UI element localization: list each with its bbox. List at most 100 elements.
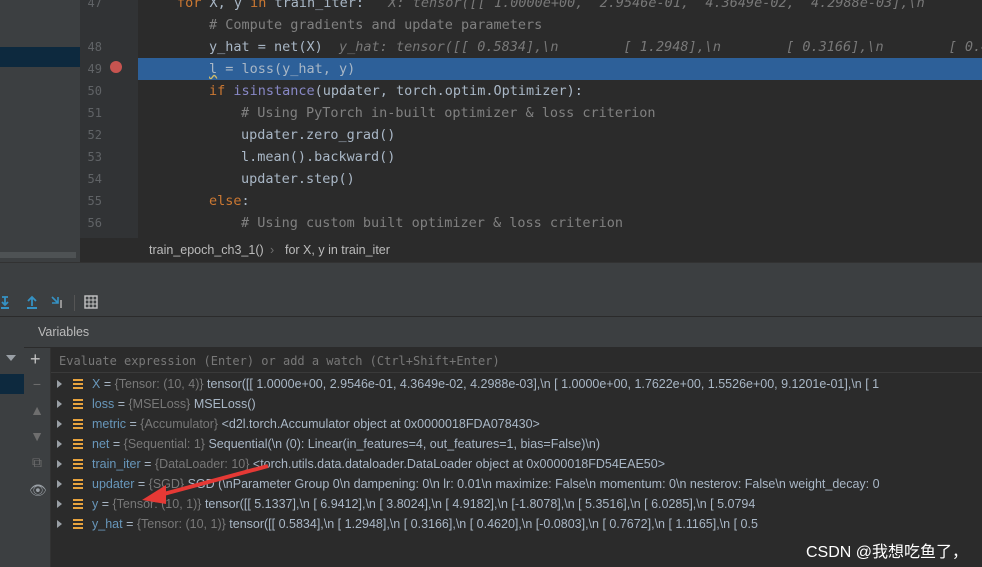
code-line[interactable]: else: bbox=[138, 190, 982, 212]
variable-row[interactable]: updater = {SGD} SGD (\nParameter Group 0… bbox=[51, 474, 982, 494]
code-token: # Using PyTorch in-built optimizer & los… bbox=[241, 105, 656, 121]
code-token: y_hat: tensor([[ 0.5834],\n [ 1.2948],\n… bbox=[339, 39, 982, 55]
toolbar-divider bbox=[74, 295, 75, 311]
code-token: if bbox=[209, 83, 234, 99]
move-up-icon[interactable]: ▲ bbox=[29, 402, 45, 418]
variable-name: y bbox=[92, 497, 99, 511]
breadcrumb-function[interactable]: train_epoch_ch3_1() bbox=[149, 238, 264, 262]
code-token: else bbox=[209, 193, 242, 209]
add-watch-icon[interactable]: + bbox=[30, 350, 41, 368]
variable-name: y_hat bbox=[92, 517, 123, 531]
variable-name: metric bbox=[92, 417, 127, 431]
variable-value: SGD (\nParameter Group 0\n dampening: 0\… bbox=[187, 477, 880, 491]
breadcrumb-loop[interactable]: for X, y in train_iter bbox=[285, 238, 390, 262]
code-token: (updater, torch.optim.Optimizer): bbox=[314, 83, 583, 99]
expand-arrow-icon[interactable] bbox=[57, 500, 62, 508]
variable-value: <d2l.torch.Accumulator object at 0x00000… bbox=[221, 417, 540, 431]
variable-value: <torch.utils.data.dataloader.DataLoader … bbox=[252, 457, 666, 471]
watch-expression-bar bbox=[51, 348, 982, 374]
project-selected-row[interactable] bbox=[0, 47, 80, 67]
variable-name: X bbox=[92, 377, 101, 391]
step-into-icon[interactable] bbox=[0, 294, 16, 310]
variable-icon bbox=[73, 479, 83, 489]
variable-row[interactable]: loss = {MSELoss} MSELoss() bbox=[51, 394, 982, 414]
variable-name: train_iter bbox=[92, 457, 141, 471]
variable-row[interactable]: net = {Sequential: 1} Sequential(\n (0):… bbox=[51, 434, 982, 454]
frames-panel-strip bbox=[0, 317, 24, 567]
code-line[interactable]: l.mean().backward() bbox=[138, 146, 982, 168]
code-token: # Compute gradients and update parameter… bbox=[209, 17, 543, 33]
expand-arrow-icon[interactable] bbox=[57, 380, 62, 388]
code-line[interactable]: for X, y in train_iter: X: tensor([[ 1.0… bbox=[138, 0, 982, 14]
expand-arrow-icon[interactable] bbox=[57, 460, 62, 468]
expand-arrow-icon[interactable] bbox=[57, 440, 62, 448]
variable-icon bbox=[73, 499, 83, 509]
variable-type: {DataLoader: 10} bbox=[154, 457, 250, 471]
code-line[interactable]: updater.zero_grad() bbox=[138, 124, 982, 146]
code-token: for bbox=[177, 0, 210, 11]
variable-type: {Tensor: (10, 1)} bbox=[136, 517, 226, 531]
code-token: X: tensor([[ 1.0000e+00, 2.9546e-01, 4.3… bbox=[388, 0, 982, 11]
breadcrumb-separator: › bbox=[270, 243, 275, 257]
selected-frame-row[interactable] bbox=[0, 374, 24, 394]
variable-name: net bbox=[92, 437, 110, 451]
code-token: in bbox=[250, 0, 275, 11]
expand-arrow-icon[interactable] bbox=[57, 520, 62, 528]
variable-row[interactable]: metric = {Accumulator} <d2l.torch.Accumu… bbox=[51, 414, 982, 434]
line-number: 53 bbox=[87, 150, 102, 164]
expand-arrow-icon[interactable] bbox=[57, 400, 62, 408]
code-token: X, y bbox=[209, 0, 251, 11]
variable-icon bbox=[73, 459, 83, 469]
dropdown-chevron-icon[interactable] bbox=[6, 355, 16, 361]
debug-toolbar bbox=[0, 290, 982, 317]
variable-row[interactable]: y_hat = {Tensor: (10, 1)} tensor([[ 0.58… bbox=[51, 514, 982, 534]
line-number: 56 bbox=[87, 216, 102, 230]
code-line[interactable]: l = loss(y_hat, y) bbox=[138, 58, 982, 80]
line-number: 47 bbox=[87, 0, 102, 10]
variable-value: MSELoss() bbox=[193, 397, 256, 411]
code-line[interactable]: y_hat = net(X) y_hat: tensor([[ 0.5834],… bbox=[138, 36, 982, 58]
line-number: 50 bbox=[87, 84, 102, 98]
expand-arrow-icon[interactable] bbox=[57, 480, 62, 488]
step-out-icon[interactable] bbox=[24, 294, 40, 310]
move-down-icon[interactable]: ▼ bbox=[29, 428, 45, 444]
variable-type: {SGD} bbox=[148, 477, 185, 491]
variable-value: tensor([[ 0.5834],\n [ 1.2948],\n [ 0.31… bbox=[229, 517, 758, 531]
evaluate-expression-icon[interactable] bbox=[83, 294, 99, 310]
variable-type: {Sequential: 1} bbox=[123, 437, 205, 451]
variable-row[interactable]: X = {Tensor: (10, 4)} tensor([[ 1.0000e+… bbox=[51, 374, 982, 394]
variable-icon bbox=[73, 439, 83, 449]
breakpoint-icon[interactable] bbox=[110, 61, 122, 73]
code-token: = loss(y_hat, y) bbox=[217, 61, 356, 77]
horizontal-scrollbar[interactable] bbox=[0, 252, 76, 258]
variable-row[interactable]: y = {Tensor: (10, 1)} tensor([[ 5.1337],… bbox=[51, 494, 982, 514]
run-to-cursor-icon[interactable] bbox=[50, 294, 66, 310]
remove-watch-icon[interactable]: − bbox=[29, 376, 45, 392]
code-token: updater.step() bbox=[241, 171, 355, 187]
code-token: updater.zero_grad() bbox=[241, 127, 396, 143]
variable-row[interactable]: train_iter = {DataLoader: 10} <torch.uti… bbox=[51, 454, 982, 474]
code-token: # Using custom built optimizer & loss cr… bbox=[241, 215, 624, 231]
code-line[interactable]: updater.step() bbox=[138, 168, 982, 190]
code-editor[interactable]: for X, y in train_iter: X: tensor([[ 1.0… bbox=[138, 0, 982, 238]
variables-header: Variables bbox=[24, 317, 982, 348]
view-icon[interactable]: 👁 bbox=[29, 482, 47, 498]
variable-icon bbox=[73, 379, 83, 389]
line-number: 54 bbox=[87, 172, 102, 186]
code-line[interactable]: if isinstance(updater, torch.optim.Optim… bbox=[138, 80, 982, 102]
expand-arrow-icon[interactable] bbox=[57, 420, 62, 428]
code-line[interactable]: # Compute gradients and update parameter… bbox=[138, 14, 982, 36]
watermark: CSDN @我想吃鱼了， bbox=[805, 544, 968, 561]
variable-type: {MSELoss} bbox=[128, 397, 191, 411]
watch-expression-input[interactable] bbox=[57, 348, 961, 374]
variables-side-toolbar: − ▲ ▼ ⧉ 👁 bbox=[24, 348, 51, 567]
line-number: 48 bbox=[87, 40, 102, 54]
copy-icon[interactable]: ⧉ bbox=[29, 454, 45, 470]
code-line[interactable]: # Using custom built optimizer & loss cr… bbox=[138, 212, 982, 234]
code-token: y_hat = net(X) bbox=[209, 39, 340, 55]
code-token: isinstance bbox=[233, 83, 315, 99]
breadcrumb: train_epoch_ch3_1() › for X, y in train_… bbox=[138, 238, 982, 262]
code-token: : bbox=[241, 193, 250, 209]
code-line[interactable]: # Using PyTorch in-built optimizer & los… bbox=[138, 102, 982, 124]
panel-divider[interactable] bbox=[0, 262, 982, 291]
